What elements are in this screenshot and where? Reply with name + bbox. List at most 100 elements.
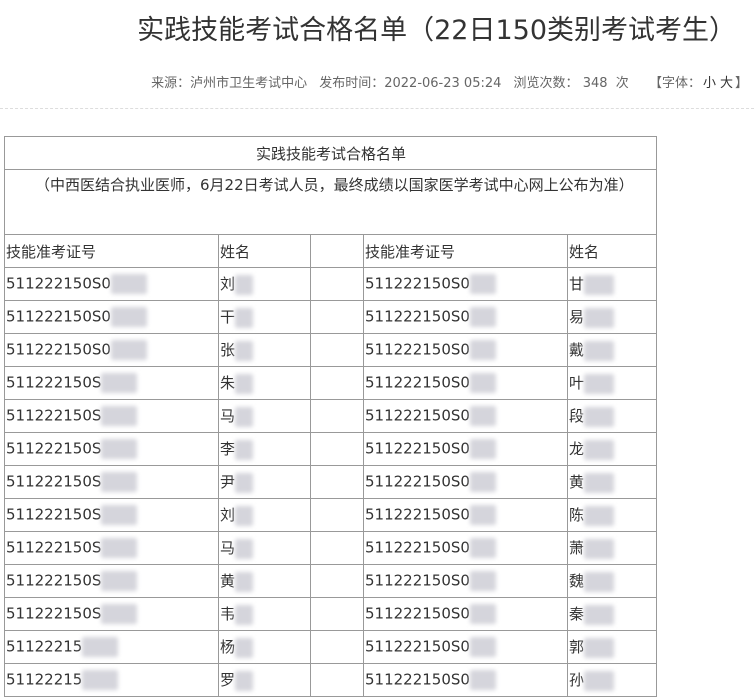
exam-id-text: 511222150S0	[365, 571, 470, 590]
source-text: 来源：泸州市卫生考试中心	[151, 76, 308, 91]
name-text: 杨	[220, 638, 236, 657]
results-table: 实践技能考试合格名单 （中西医结合执业医师，6月22日考试人员，最终成绩以国家医…	[4, 136, 657, 697]
name-cell: 易	[567, 300, 657, 334]
table-header-row: 技能准考证号 姓名 技能准考证号 姓名	[4, 234, 657, 268]
redaction-blur	[584, 406, 615, 427]
exam-id-text: 511222150S	[6, 373, 102, 392]
redaction-blur	[235, 571, 254, 592]
spacer-cell	[310, 267, 364, 301]
exam-id-text: 511222150S0	[365, 439, 470, 458]
table-row: 511222150S0 干 511222150S0 易	[4, 300, 657, 334]
exam-id-cell: 511222150S0	[4, 300, 219, 334]
exam-id-cell: 511222150S	[4, 366, 219, 400]
name-cell: 段	[567, 399, 657, 433]
redaction-blur	[235, 505, 254, 526]
redaction-blur	[101, 571, 138, 591]
name-cell: 萧	[567, 531, 657, 565]
redaction-blur	[584, 538, 615, 559]
exam-id-cell: 511222150S0	[363, 531, 568, 565]
name-cell: 黄	[567, 465, 657, 499]
redaction-blur	[584, 472, 615, 493]
redaction-blur	[584, 274, 615, 295]
exam-id-text: 511222150S	[6, 571, 102, 590]
name-text: 郭	[569, 638, 585, 657]
table-row: 511222150S 李 511222150S0 龙	[4, 432, 657, 466]
redaction-blur	[469, 538, 496, 558]
font-small-link[interactable]: 小	[703, 76, 716, 91]
name-text: 秦	[569, 605, 585, 624]
exam-id-text: 511222150S0	[365, 274, 470, 293]
table-row: 511222150S0 张 511222150S0 戴	[4, 333, 657, 367]
exam-id-cell: 511222150S	[4, 465, 219, 499]
exam-id-cell: 511222150S	[4, 597, 219, 631]
exam-id-cell: 511222150S	[4, 399, 219, 433]
spacer-cell	[310, 630, 364, 664]
name-cell: 张	[218, 333, 311, 367]
name-text: 叶	[569, 374, 585, 393]
font-label: 【字体：	[648, 76, 701, 91]
name-cell: 甘	[567, 267, 657, 301]
spacer-cell	[310, 597, 364, 631]
name-text: 孙	[569, 671, 585, 690]
redaction-blur	[235, 670, 254, 691]
font-large-link[interactable]: 大	[720, 76, 733, 91]
name-text: 马	[220, 407, 236, 426]
redaction-blur	[584, 571, 615, 592]
exam-id-text: 511222150S0	[365, 472, 470, 491]
redaction-blur	[110, 340, 147, 360]
redaction-blur	[584, 373, 615, 394]
exam-id-text: 511222150S0	[365, 637, 470, 656]
redaction-blur	[82, 670, 119, 690]
name-cell: 黄	[218, 564, 311, 598]
redaction-blur	[584, 340, 615, 361]
redaction-blur	[584, 307, 615, 328]
redaction-blur	[469, 406, 496, 426]
table-note: （中西医结合执业医师，6月22日考试人员，最终成绩以国家医学考试中心网上公布为准…	[4, 169, 657, 235]
spacer-cell	[310, 432, 364, 466]
name-cell: 尹	[218, 465, 311, 499]
name-cell: 龙	[567, 432, 657, 466]
name-text: 张	[220, 341, 236, 360]
name-text: 段	[569, 407, 585, 426]
article-meta: 来源：泸州市卫生考试中心 发布时间：2022-06-23 05:24 浏览次数：…	[143, 72, 748, 91]
exam-id-text: 511222150S0	[365, 538, 470, 557]
table-row: 51122215 杨 511222150S0 郭	[4, 630, 657, 664]
name-cell: 陈	[567, 498, 657, 532]
redaction-blur	[101, 604, 138, 624]
exam-id-text: 511222150S	[6, 505, 102, 524]
exam-id-cell: 511222150S0	[363, 366, 568, 400]
redaction-blur	[584, 670, 615, 691]
font-size-control: 【字体：小大】	[649, 76, 748, 91]
spacer-cell	[310, 333, 364, 367]
table-row: 511222150S 尹 511222150S0 黄	[4, 465, 657, 499]
exam-id-cell: 511222150S0	[363, 630, 568, 664]
table-row: 511222150S 刘 511222150S0 陈	[4, 498, 657, 532]
exam-id-text: 511222150S	[6, 472, 102, 491]
header-id-1: 技能准考证号	[4, 234, 219, 268]
redaction-blur	[584, 439, 615, 460]
spacer-cell	[310, 564, 364, 598]
spacer-cell	[310, 300, 364, 334]
exam-id-text: 511222150S0	[6, 307, 111, 326]
redaction-blur	[101, 406, 138, 426]
redaction-blur	[235, 307, 254, 328]
name-text: 黄	[220, 572, 236, 591]
table-row: 511222150S 黄 511222150S0 魏	[4, 564, 657, 598]
publish-time: 发布时间：2022-06-23 05:24	[319, 76, 502, 91]
exam-id-text: 511222150S	[6, 406, 102, 425]
name-cell: 刘	[218, 498, 311, 532]
spacer-cell	[310, 663, 364, 697]
exam-id-cell: 511222150S0	[363, 432, 568, 466]
name-cell: 戴	[567, 333, 657, 367]
header-spacer	[310, 234, 364, 268]
table-row: 51122215 罗 511222150S0 孙	[4, 663, 657, 697]
table-row: 511222150S 马 511222150S0 萧	[4, 531, 657, 565]
results-table-wrapper: 实践技能考试合格名单 （中西医结合执业医师，6月22日考试人员，最终成绩以国家医…	[4, 136, 657, 697]
font-close: 】	[734, 76, 748, 91]
name-cell: 朱	[218, 366, 311, 400]
view-count: 浏览次数： 348 次	[514, 76, 629, 91]
redaction-blur	[469, 274, 496, 294]
name-cell: 秦	[567, 597, 657, 631]
spacer-cell	[310, 531, 364, 565]
spacer-cell	[310, 498, 364, 532]
